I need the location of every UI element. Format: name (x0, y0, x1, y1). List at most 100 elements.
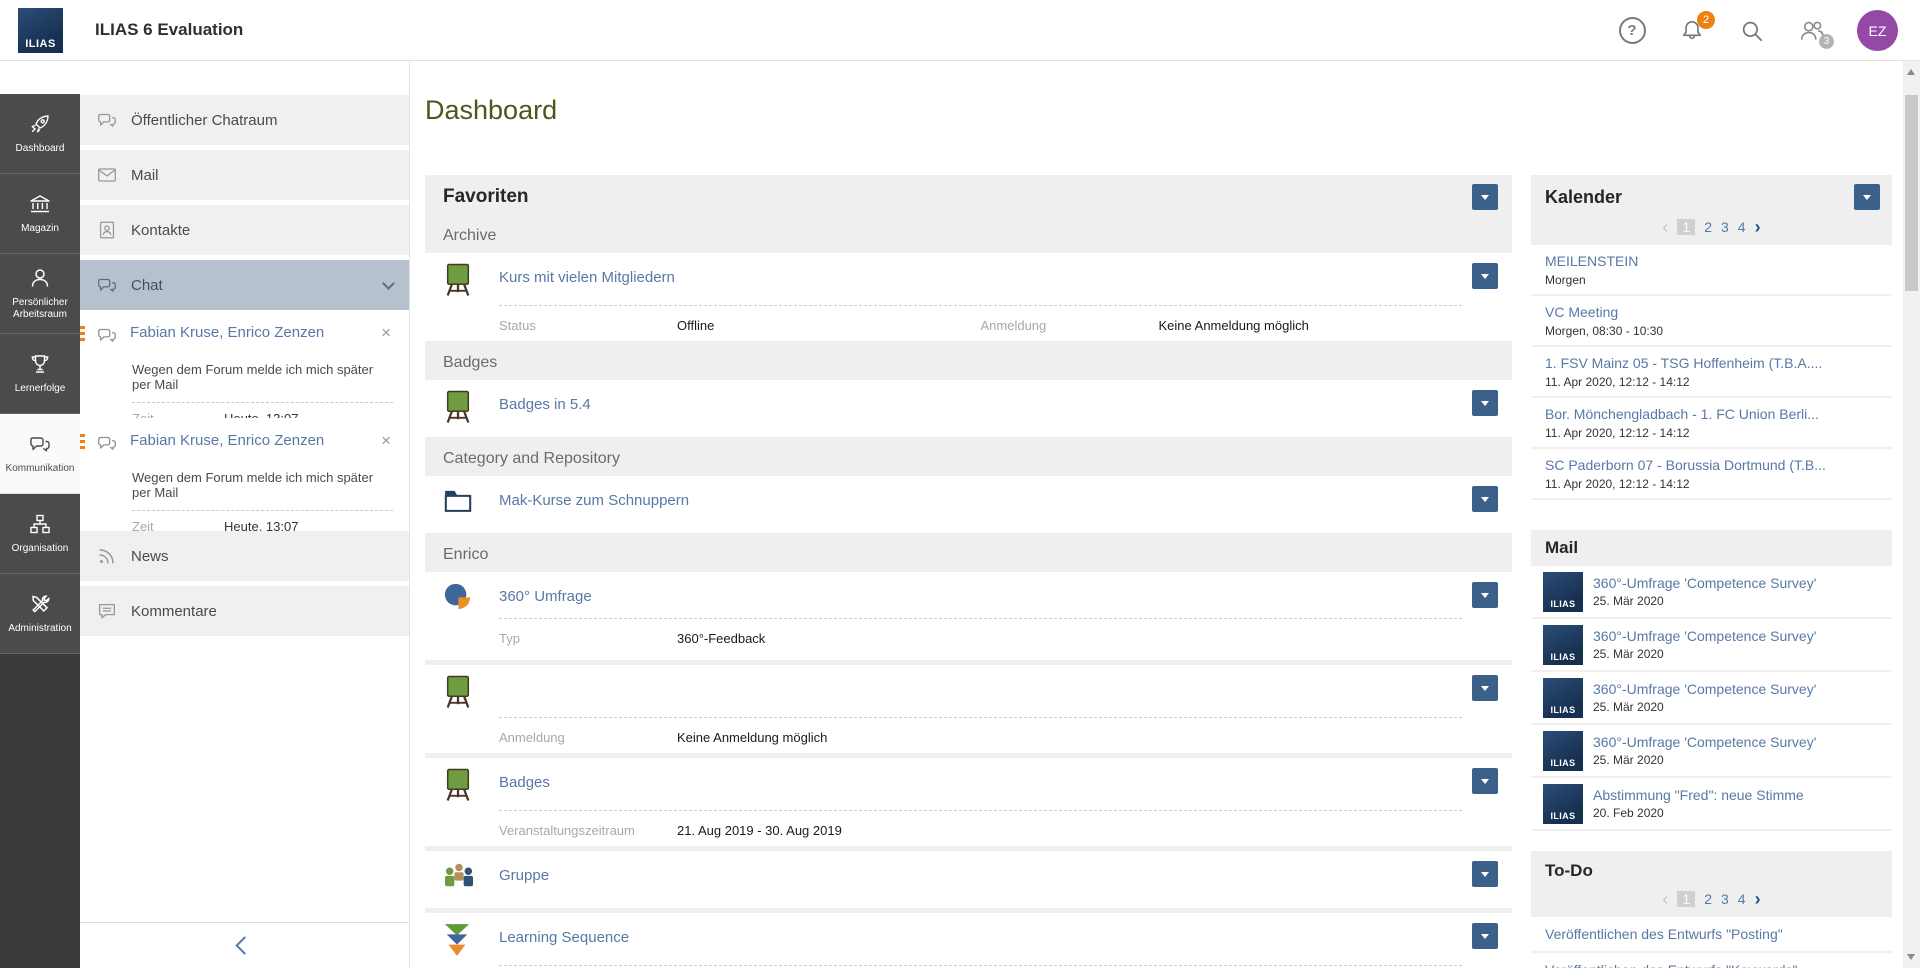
avatar-initials: EZ (1869, 23, 1887, 39)
ilias-avatar-text: ILIAS (1550, 705, 1575, 718)
calendar-actions-dropdown[interactable] (1854, 184, 1880, 210)
event-link[interactable]: 1. FSV Mainz 05 - TSG Hoffenheim (T.B.A.… (1545, 355, 1878, 371)
chat-entry: Fabian Kruse, Enrico Zenzen × Wegen dem … (80, 310, 409, 418)
nav-label: Organisation (10, 543, 71, 555)
event-link[interactable]: VC Meeting (1545, 304, 1878, 320)
group-icon (443, 861, 475, 889)
panel-item-kontakte[interactable]: Kontakte (80, 205, 409, 255)
ilias-logo[interactable]: ILIAS (18, 8, 63, 53)
divider (132, 402, 393, 403)
panel-item-chat[interactable]: Chat (80, 260, 409, 310)
pagination-next-icon[interactable]: › (1755, 221, 1761, 233)
row-actions-dropdown[interactable] (1472, 263, 1498, 289)
chat-entry-title[interactable]: Fabian Kruse, Enrico Zenzen (130, 432, 367, 449)
nav-item-magazin[interactable]: Magazin (0, 174, 80, 254)
mail-link[interactable]: Abstimmung "Fred": neue Stimme (1593, 787, 1804, 803)
event-time: Morgen, 08:30 - 10:30 (1545, 324, 1878, 338)
event-link[interactable]: MEILENSTEIN (1545, 253, 1878, 269)
event-link[interactable]: Bor. Mönchengladbach - 1. FC Union Berli… (1545, 406, 1878, 422)
mail-link[interactable]: 360°-Umfrage 'Competence Survey' (1593, 628, 1816, 644)
main-nav: Dashboard Magazin Persönlicher Arbeitsra… (0, 94, 80, 968)
search-button[interactable] (1737, 16, 1767, 46)
scroll-up-icon[interactable] (1907, 69, 1915, 75)
pagination-page-2[interactable]: 2 (1704, 219, 1712, 235)
caret-down-icon (1481, 779, 1489, 784)
pagination-page-1[interactable]: 1 (1677, 891, 1695, 907)
folder-icon (443, 486, 475, 516)
divider (499, 305, 1462, 306)
caret-down-icon (1481, 274, 1489, 279)
nav-label: Administration (6, 623, 73, 635)
page-scrollbar[interactable] (1903, 61, 1920, 968)
favorite-row: Kurs mit vielen Mitgliedern Status Offli… (425, 253, 1512, 341)
panel-item-kommentare[interactable]: Kommentare (80, 586, 409, 636)
mail-link[interactable]: 360°-Umfrage 'Competence Survey' (1593, 575, 1816, 591)
nav-item-administration[interactable]: Administration (0, 574, 80, 654)
mail-link[interactable]: 360°-Umfrage 'Competence Survey' (1593, 734, 1816, 750)
scroll-down-icon[interactable] (1907, 954, 1915, 960)
pagination-page-4[interactable]: 4 (1738, 891, 1746, 907)
panel-item-news[interactable]: News (80, 531, 409, 581)
todo-pagination: ‹ 1 2 3 4 › (1531, 891, 1892, 917)
todo-link[interactable]: Veröffentlichen des Entwurfs "Posting" (1531, 917, 1892, 953)
panel-item-label: News (131, 548, 169, 565)
calendar-title: Kalender (1545, 187, 1854, 208)
row-actions-dropdown[interactable] (1472, 923, 1498, 949)
object-link[interactable]: Learning Sequence (499, 929, 629, 946)
communication-icon (28, 432, 52, 456)
pagination-page-1[interactable]: 1 (1677, 219, 1695, 235)
row-actions-dropdown[interactable] (1472, 861, 1498, 887)
online-users-button[interactable]: 3 (1797, 16, 1827, 46)
object-link[interactable]: Gruppe (499, 867, 549, 884)
panel-item-mail[interactable]: Mail (80, 150, 409, 200)
group-label-category: Category and Repository (425, 442, 1512, 476)
ilias-logo-text: ILIAS (25, 38, 56, 53)
event-link[interactable]: SC Paderborn 07 - Borussia Dortmund (T.B… (1545, 457, 1878, 473)
notifications-button[interactable]: 2 (1677, 16, 1707, 46)
row-actions-dropdown[interactable] (1472, 390, 1498, 416)
object-link[interactable]: 360° Umfrage (499, 588, 592, 605)
todo-link[interactable]: Veröffentlichen des Entwurfs "Keywords" (1531, 953, 1892, 968)
favorites-actions-dropdown[interactable] (1472, 184, 1498, 210)
learning-sequence-icon (443, 923, 475, 957)
pagination-next-icon[interactable]: › (1755, 893, 1761, 905)
pagination-prev-icon[interactable]: ‹ (1662, 893, 1668, 905)
pagination-page-3[interactable]: 3 (1721, 891, 1729, 907)
favorite-row: Gruppe (425, 851, 1512, 908)
pagination-page-4[interactable]: 4 (1738, 219, 1746, 235)
pagination-prev-icon[interactable]: ‹ (1662, 221, 1668, 233)
row-actions-dropdown[interactable] (1472, 582, 1498, 608)
chat-entry-message: Wegen dem Forum melde ich mich später pe… (132, 470, 393, 500)
row-actions-dropdown[interactable] (1472, 675, 1498, 701)
panel-item-oeffentlicher-chatraum[interactable]: Öffentlicher Chatraum (80, 95, 409, 145)
nav-item-organisation[interactable]: Organisation (0, 494, 80, 574)
ilias-avatar: ILIAS (1543, 784, 1583, 824)
nav-item-lernerfolge[interactable]: Lernerfolge (0, 334, 80, 414)
nav-item-dashboard[interactable]: Dashboard (0, 94, 80, 174)
main-content: Dashboard Favoriten Archive Kurs mit vie… (410, 61, 1531, 968)
pagination-page-3[interactable]: 3 (1721, 219, 1729, 235)
object-link[interactable]: Badges in 5.4 (499, 396, 591, 413)
contacts-icon (96, 219, 118, 241)
nav-item-persoenlicher-arbeitsraum[interactable]: Persönlicher Arbeitsraum (0, 254, 80, 334)
mail-link[interactable]: 360°-Umfrage 'Competence Survey' (1593, 681, 1816, 697)
property-value: Offline (677, 318, 714, 333)
caret-down-icon (1481, 872, 1489, 877)
object-link[interactable]: Badges (499, 774, 550, 791)
scrollbar-thumb[interactable] (1905, 95, 1918, 291)
object-link[interactable]: Kurs mit vielen Mitgliedern (499, 269, 675, 286)
close-icon[interactable]: × (379, 432, 393, 449)
row-actions-dropdown[interactable] (1472, 486, 1498, 512)
collapse-panel-button[interactable] (80, 922, 409, 968)
row-actions-dropdown[interactable] (1472, 768, 1498, 794)
nav-item-kommunikation[interactable]: Kommunikation (0, 414, 80, 494)
pagination-page-2[interactable]: 2 (1704, 891, 1712, 907)
administration-icon (28, 592, 52, 616)
object-link[interactable]: Mak-Kurse zum Schnuppern (499, 492, 689, 509)
chat-entry-title[interactable]: Fabian Kruse, Enrico Zenzen (130, 324, 367, 341)
close-icon[interactable]: × (379, 324, 393, 341)
caret-down-icon (1863, 195, 1871, 200)
panel-item-label: Chat (131, 277, 163, 294)
avatar[interactable]: EZ (1857, 10, 1898, 51)
help-button[interactable]: ? (1617, 16, 1647, 46)
